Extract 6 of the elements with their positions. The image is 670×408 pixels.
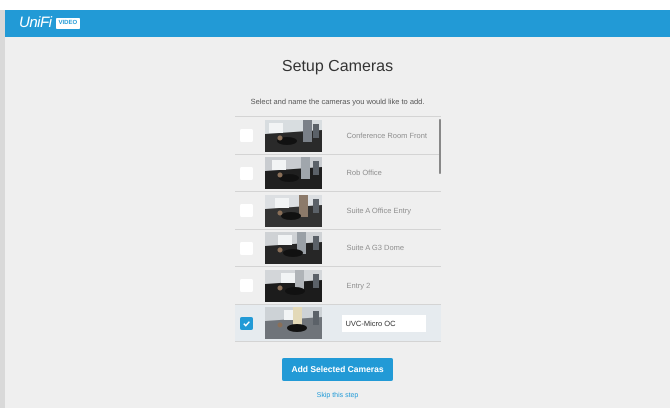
check-icon	[242, 318, 250, 328]
checkbox[interactable]	[240, 316, 252, 330]
add-selected-cameras-button[interactable]: Add Selected Cameras	[282, 358, 393, 381]
page-title: Setup Cameras	[280, 57, 394, 77]
scrollbar[interactable]	[438, 119, 440, 174]
logo: UniFi	[19, 13, 52, 34]
